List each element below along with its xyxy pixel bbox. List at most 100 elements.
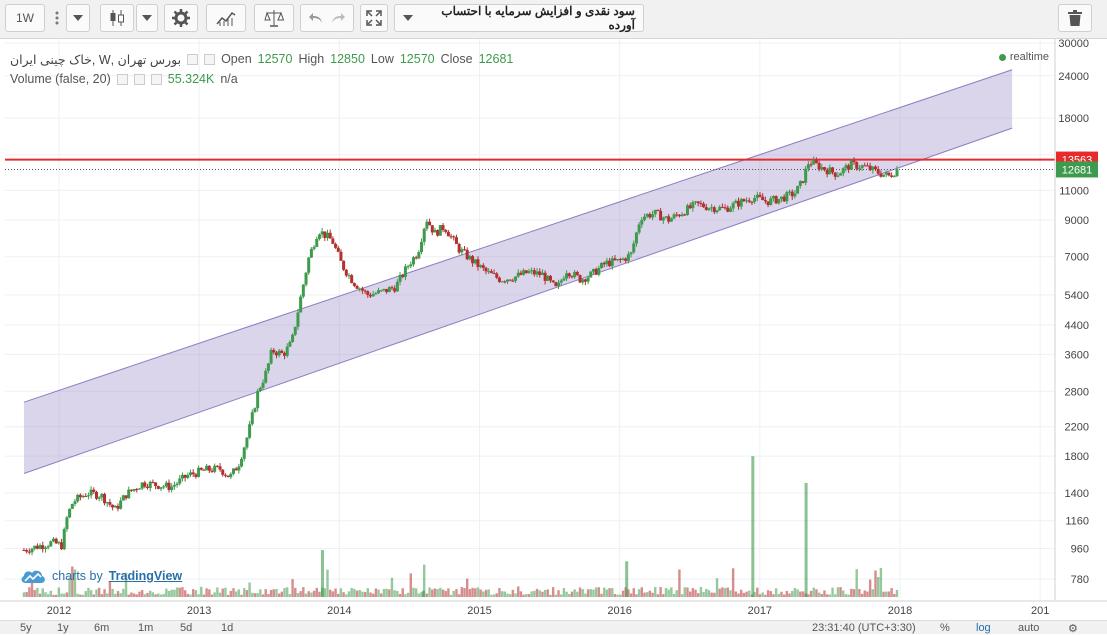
candle-body — [197, 467, 201, 477]
range-1d-button[interactable]: 1d — [221, 622, 233, 634]
candle-body — [804, 168, 808, 183]
candle-body — [479, 265, 483, 267]
candle-body — [871, 166, 875, 171]
volume-remove-icon[interactable] — [150, 73, 162, 85]
candle-body — [390, 287, 394, 289]
gear-icon[interactable] — [164, 4, 198, 32]
volume-bar — [261, 594, 265, 597]
volume-bar — [831, 587, 834, 597]
chart-area[interactable]: 2012 2013 2014 2015 2016 2017 2018 201 780 960 116… — [0, 39, 1107, 633]
range-6m-button[interactable]: 6m — [94, 622, 109, 634]
volume-bar — [678, 569, 681, 597]
candle-body — [777, 198, 781, 204]
candle-body — [92, 489, 96, 492]
volume-bar — [79, 594, 82, 597]
candle-body — [175, 483, 179, 486]
percent-toggle[interactable]: % — [940, 622, 950, 634]
chart-type-dropdown-icon[interactable] — [136, 4, 158, 32]
volume-bar — [65, 592, 69, 597]
volume-bar — [506, 593, 509, 597]
candle-body — [97, 497, 101, 499]
candle-body — [737, 200, 741, 207]
volume-bar — [312, 590, 316, 597]
volume-bar — [541, 591, 544, 597]
symbol-title-dropdown[interactable]: سود نقدی و افزایش سرمایه با احتساب آورده — [394, 4, 644, 32]
candle-body — [505, 279, 509, 282]
candle-body — [761, 196, 765, 201]
candles-icon[interactable] — [100, 4, 134, 32]
candle-body — [796, 185, 800, 194]
volume-bar — [95, 589, 98, 597]
candle-body — [503, 281, 507, 283]
volume-bar — [116, 591, 120, 597]
range-1y-button[interactable]: 1y — [57, 622, 69, 634]
candle-body — [293, 326, 297, 335]
volume-visibility-icon[interactable] — [116, 73, 128, 85]
indicators-icon[interactable] — [206, 4, 246, 32]
volume-bar — [508, 594, 512, 597]
volume-spike-bar — [751, 456, 755, 597]
undo-icon[interactable] — [309, 12, 323, 24]
auto-toggle[interactable]: auto — [1018, 622, 1039, 634]
candle-body — [836, 175, 840, 177]
volume-bar — [449, 594, 453, 597]
candle-body — [403, 266, 407, 277]
candle-body — [393, 288, 397, 292]
candle-body — [78, 494, 82, 498]
x-tick-label: 2016 — [607, 605, 631, 617]
candle-body — [788, 191, 792, 193]
settings-icon[interactable] — [204, 53, 216, 65]
volume-bar — [267, 594, 270, 597]
volume-bar — [637, 589, 641, 597]
visibility-icon[interactable] — [187, 53, 199, 65]
candle-body — [218, 466, 222, 470]
range-5d-button[interactable]: 5d — [180, 622, 192, 634]
candle-body — [532, 270, 536, 275]
tradingview-brand[interactable]: charts by TradingView — [20, 568, 182, 584]
interval-button[interactable]: 1W — [5, 4, 45, 32]
volume-settings-icon[interactable] — [133, 73, 145, 85]
fullscreen-icon[interactable] — [360, 4, 388, 32]
candle-body — [852, 160, 856, 163]
candle-body — [863, 165, 867, 167]
range-1m-button[interactable]: 1m — [138, 622, 153, 634]
trash-icon[interactable] — [1058, 4, 1092, 32]
compare-icon[interactable] — [254, 4, 294, 32]
candle-body — [874, 166, 878, 170]
log-toggle[interactable]: log — [976, 622, 991, 634]
volume-bar — [562, 588, 566, 597]
interval-dropdown-icon[interactable] — [66, 4, 90, 32]
volume-bar — [240, 594, 243, 597]
volume-bar — [288, 594, 292, 597]
volume-bar — [866, 591, 869, 597]
candle-body — [178, 478, 182, 484]
volume-bar — [151, 592, 155, 597]
volume-bar — [175, 587, 179, 597]
volume-bar — [670, 587, 673, 597]
redo-icon[interactable] — [331, 12, 345, 24]
candle-body — [285, 346, 289, 356]
candle-body — [669, 218, 673, 222]
range-5y-button[interactable]: 5y — [20, 622, 32, 634]
volume-bar — [234, 591, 238, 597]
candle-body — [712, 207, 716, 213]
volume-bar — [353, 588, 356, 597]
volume-bar — [793, 588, 797, 597]
more-icon[interactable] — [48, 4, 66, 32]
candle-body — [860, 165, 864, 169]
brand-name[interactable]: TradingView — [109, 569, 182, 583]
volume-bar — [291, 579, 294, 597]
candle-body — [618, 259, 622, 261]
candle-body — [296, 312, 300, 327]
volume-bar — [339, 588, 343, 597]
volume-bar — [546, 589, 549, 597]
volume-bar — [388, 589, 391, 597]
price-chart[interactable]: 2012 2013 2014 2015 2016 2017 2018 201 780 960 116… — [0, 39, 1107, 633]
candle-body — [100, 493, 104, 498]
volume-bar — [761, 592, 764, 597]
volume-bar — [887, 591, 891, 597]
candle-body — [409, 264, 413, 267]
bottom-gear-icon[interactable]: ⚙ — [1068, 622, 1078, 635]
clock-time: 23:31:40 (UTC+3:30) — [812, 622, 916, 634]
volume-bar — [774, 588, 778, 597]
